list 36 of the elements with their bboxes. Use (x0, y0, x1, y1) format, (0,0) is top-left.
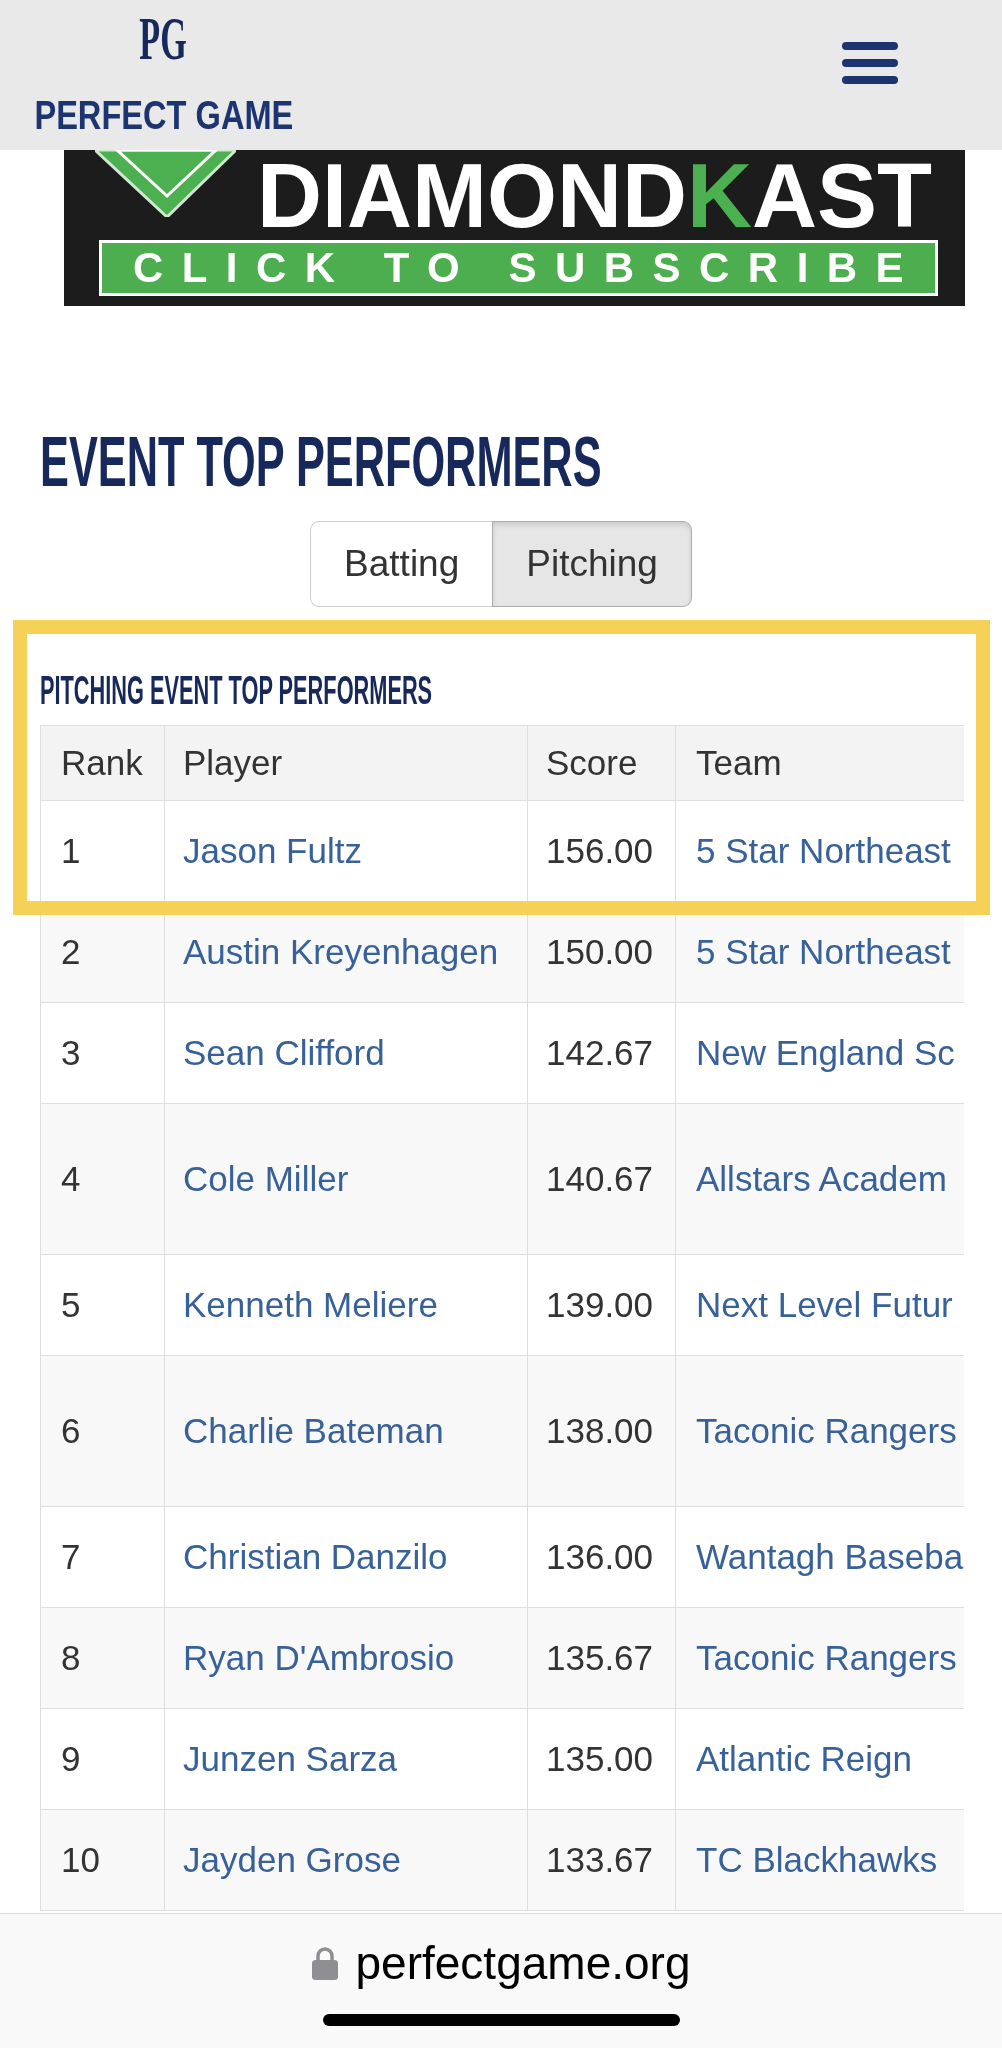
team-link[interactable]: New England Sc (696, 1033, 955, 1072)
player-link[interactable]: Christian Danzilo (183, 1537, 448, 1576)
player-link[interactable]: Sean Clifford (183, 1033, 385, 1072)
page-title: EVENT TOP PERFORMERS (40, 426, 602, 497)
menu-icon[interactable] (842, 42, 898, 84)
tab[interactable]: Pitching (492, 521, 692, 607)
logo-monogram: PG (139, 8, 188, 68)
section-title: PITCHING EVENT TOP PERFORMERS (40, 670, 433, 710)
player-link[interactable]: Kenneth Meliere (183, 1285, 438, 1324)
player-link[interactable]: Cole Miller (183, 1159, 349, 1198)
player-link[interactable]: Ryan D'Ambrosio (183, 1638, 455, 1677)
rank-cell: 10 (40, 1810, 164, 1911)
player-link[interactable]: Jayden Grose (183, 1840, 401, 1879)
score-cell: 156.00 (527, 801, 675, 902)
team-link[interactable]: 5 Star Northeast (696, 932, 951, 971)
tab[interactable]: Batting (310, 521, 494, 607)
banner-wordmark: DIAMONDKAST (257, 150, 932, 241)
rank-cell: 1 (40, 801, 164, 902)
team-link[interactable]: Allstars Academ (696, 1159, 947, 1198)
team-link[interactable]: Next Level Futur (696, 1285, 953, 1324)
team-link[interactable]: Atlantic Reign (696, 1739, 912, 1778)
lock-icon (311, 1946, 338, 1980)
diamond-emblem-icon (95, 150, 236, 217)
team-link[interactable]: Wantagh Baseba (696, 1537, 964, 1576)
column-header: Player (164, 725, 527, 801)
team-link[interactable]: 5 Star Northeast (696, 831, 951, 870)
team-link[interactable]: TC Blackhawks (696, 1840, 938, 1879)
score-cell: 133.67 (527, 1810, 675, 1911)
team-link[interactable]: Taconic Rangers (696, 1638, 957, 1677)
player-link[interactable]: Jason Fultz (183, 831, 362, 870)
player-link[interactable]: Junzen Sarza (183, 1739, 398, 1778)
team-link[interactable]: Taconic Rangers (696, 1411, 957, 1450)
player-link[interactable]: Austin Kreyenhagen (183, 932, 499, 971)
player-link[interactable]: Charlie Bateman (183, 1411, 444, 1450)
ad-banner[interactable]: DIAMONDKAST CLICK TO SUBSCRIBE (64, 150, 965, 306)
logo-text: PERFECT GAME (34, 95, 293, 136)
